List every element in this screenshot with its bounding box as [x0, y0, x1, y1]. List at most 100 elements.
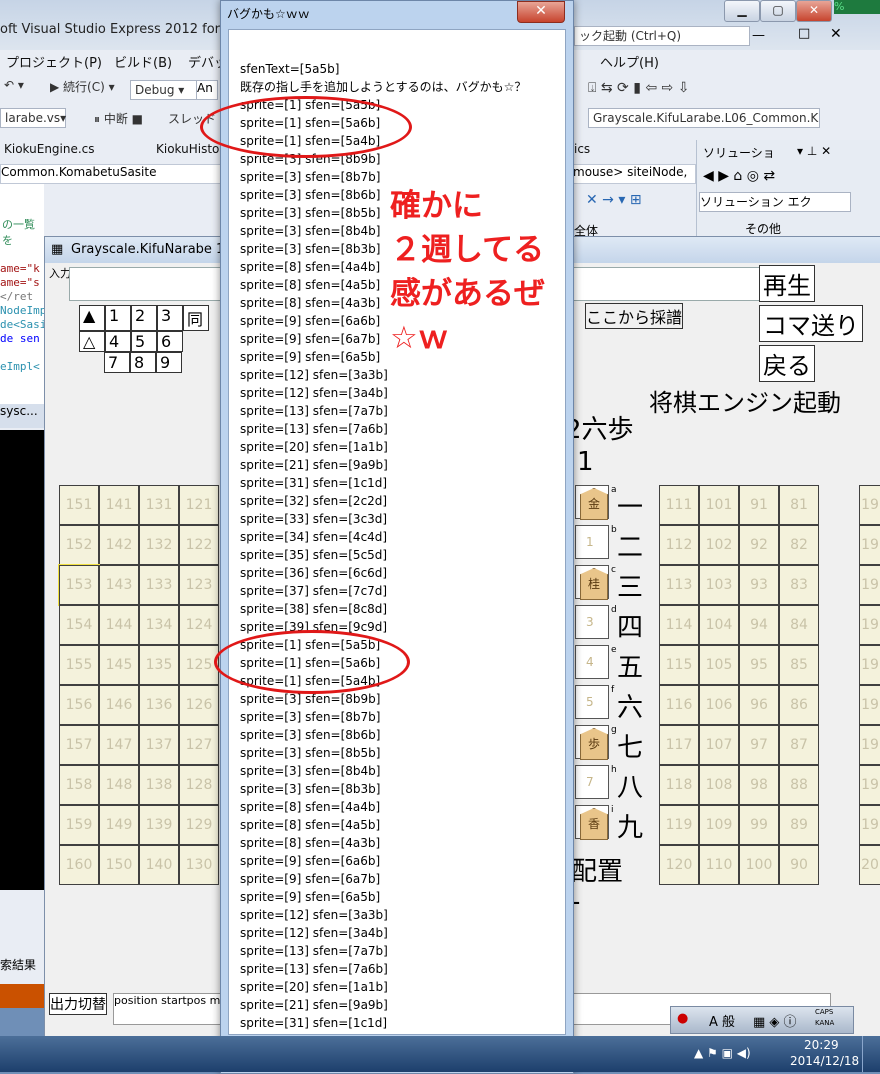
- solution-search-input[interactable]: ソリューション エク: [699, 192, 851, 212]
- board-cell[interactable]: 149: [99, 805, 139, 845]
- stand-slot[interactable]: 金: [575, 485, 609, 520]
- board-cell[interactable]: 129: [179, 805, 219, 845]
- solution-toolbar-icons[interactable]: ◀ ▶ ⌂ ◎ ⇄: [703, 168, 775, 184]
- platform-dropdown[interactable]: An: [196, 80, 218, 100]
- board-cell[interactable]: 90: [779, 845, 819, 885]
- board-cell[interactable]: 105: [699, 645, 739, 685]
- code-editor[interactable]: の一覧を ame="k ame="s </ret NodeImp de<Sasi…: [0, 184, 46, 424]
- board-cell[interactable]: 19: [859, 485, 880, 525]
- board-cell[interactable]: 150: [99, 845, 139, 885]
- play-button[interactable]: 再生: [759, 265, 815, 302]
- minimize-button[interactable]: —: [752, 28, 765, 43]
- piece-fu[interactable]: 歩: [580, 728, 608, 760]
- board-cell[interactable]: 104: [699, 605, 739, 645]
- board-cell[interactable]: 137: [139, 725, 179, 765]
- board-cell[interactable]: 92: [739, 525, 779, 565]
- clock-time[interactable]: 20:29: [804, 1038, 839, 1052]
- menu-help[interactable]: ヘルプ(H): [600, 52, 659, 74]
- board-cell[interactable]: 126: [179, 685, 219, 725]
- board-cell[interactable]: 100: [739, 845, 779, 885]
- board-cell[interactable]: 114: [659, 605, 699, 645]
- board-cell[interactable]: 93: [739, 565, 779, 605]
- toolbar-icons[interactable]: ⍗ ⇆ ⟳ ▮ ⇦ ⇨ ⇩: [588, 80, 689, 104]
- board-cell[interactable]: 153: [58, 564, 100, 606]
- board-cell[interactable]: 82: [779, 525, 819, 565]
- quick-launch-input[interactable]: ック起動 (Ctrl+Q): [574, 26, 750, 46]
- board-cell[interactable]: 94: [739, 605, 779, 645]
- board-cell[interactable]: 131: [139, 485, 179, 525]
- close-icon[interactable]: ✕: [830, 26, 842, 42]
- board-cell[interactable]: 139: [139, 805, 179, 845]
- piece-kyo[interactable]: 香: [580, 808, 608, 840]
- board-cell[interactable]: 130: [179, 845, 219, 885]
- board-cell[interactable]: 125: [179, 645, 219, 685]
- board-cell[interactable]: 101: [699, 485, 739, 525]
- board-cell[interactable]: 144: [99, 605, 139, 645]
- board-cell[interactable]: 84: [779, 605, 819, 645]
- board-cell[interactable]: 151: [59, 485, 99, 525]
- dialog-close-button[interactable]: ✕: [517, 1, 565, 23]
- board-cell[interactable]: 123: [179, 565, 219, 605]
- board-cell[interactable]: 98: [739, 765, 779, 805]
- key-3[interactable]: 3: [157, 305, 183, 331]
- member-bar-left[interactable]: Common.KomabetuSasite: [0, 164, 222, 184]
- step-button[interactable]: コマ送り: [759, 305, 863, 342]
- key-6[interactable]: 6: [157, 331, 183, 352]
- board-cell[interactable]: 152: [59, 525, 99, 565]
- board-cell[interactable]: 122: [179, 525, 219, 565]
- board-cell[interactable]: 19: [859, 805, 880, 845]
- board-cell[interactable]: 121: [179, 485, 219, 525]
- board-cell[interactable]: 103: [699, 565, 739, 605]
- window-minimize-button[interactable]: ▁: [724, 0, 760, 22]
- board-cell[interactable]: 83: [779, 565, 819, 605]
- board-cell[interactable]: 157: [59, 725, 99, 765]
- ime-icon[interactable]: ●: [677, 1011, 688, 1026]
- ime-tools-icon[interactable]: ▦ ◈ ⓘ: [753, 1011, 797, 1030]
- board-cell[interactable]: 159: [59, 805, 99, 845]
- board-cell[interactable]: 107: [699, 725, 739, 765]
- board-cell[interactable]: 128: [179, 765, 219, 805]
- board-cell[interactable]: 89: [779, 805, 819, 845]
- show-desktop-button[interactable]: [862, 1036, 880, 1072]
- back-button[interactable]: 戻る: [759, 345, 815, 382]
- undo-icon[interactable]: ↶ ▾: [4, 78, 24, 102]
- board-cell[interactable]: 20: [859, 845, 880, 885]
- stand-slot[interactable]: 1: [575, 525, 609, 559]
- key-9[interactable]: 9: [156, 352, 182, 373]
- board-cell[interactable]: 86: [779, 685, 819, 725]
- board-cell[interactable]: 81: [779, 485, 819, 525]
- board-cell[interactable]: 127: [179, 725, 219, 765]
- stand-slot[interactable]: 5: [575, 685, 609, 719]
- board-cell[interactable]: 140: [139, 845, 179, 885]
- board-cell[interactable]: 138: [139, 765, 179, 805]
- board-cell[interactable]: 141: [99, 485, 139, 525]
- board-cell[interactable]: 124: [179, 605, 219, 645]
- board-cell[interactable]: 97: [739, 725, 779, 765]
- board-cell[interactable]: 96: [739, 685, 779, 725]
- window-maximize-button[interactable]: ▢: [760, 0, 796, 22]
- board-cell[interactable]: 116: [659, 685, 699, 725]
- member-bar-right[interactable]: mouse> siteiNode,: [572, 164, 696, 184]
- ime-language-bar[interactable]: ● A 般 ▦ ◈ ⓘ CAPS KANA: [670, 1006, 854, 1034]
- board-cell[interactable]: 146: [99, 685, 139, 725]
- board-cell[interactable]: 133: [139, 565, 179, 605]
- piece-stand[interactable]: 金 1 桂 3 4 5 歩 7 香 a一b二c三d四e五f六g七h八i九: [575, 485, 655, 845]
- board-cell[interactable]: 154: [59, 605, 99, 645]
- board-cell[interactable]: 136: [139, 685, 179, 725]
- board-cell[interactable]: 108: [699, 765, 739, 805]
- board-cell[interactable]: 147: [99, 725, 139, 765]
- board-cell[interactable]: 118: [659, 765, 699, 805]
- tab-kiokuhisto[interactable]: KiokuHisto: [156, 142, 219, 162]
- board-cell[interactable]: 85: [779, 645, 819, 685]
- board-cell[interactable]: 142: [99, 525, 139, 565]
- key-4[interactable]: 4: [105, 331, 131, 352]
- board-cell[interactable]: 112: [659, 525, 699, 565]
- stand-slot[interactable]: 桂: [575, 565, 609, 600]
- stand-slot[interactable]: 3: [575, 605, 609, 639]
- piece-kin[interactable]: 金: [580, 488, 608, 520]
- stand-slot[interactable]: 香: [575, 805, 609, 840]
- board-cell[interactable]: 132: [139, 525, 179, 565]
- board-cell[interactable]: 111: [659, 485, 699, 525]
- stand-slot[interactable]: 7: [575, 765, 609, 799]
- key-7[interactable]: 7: [104, 352, 130, 373]
